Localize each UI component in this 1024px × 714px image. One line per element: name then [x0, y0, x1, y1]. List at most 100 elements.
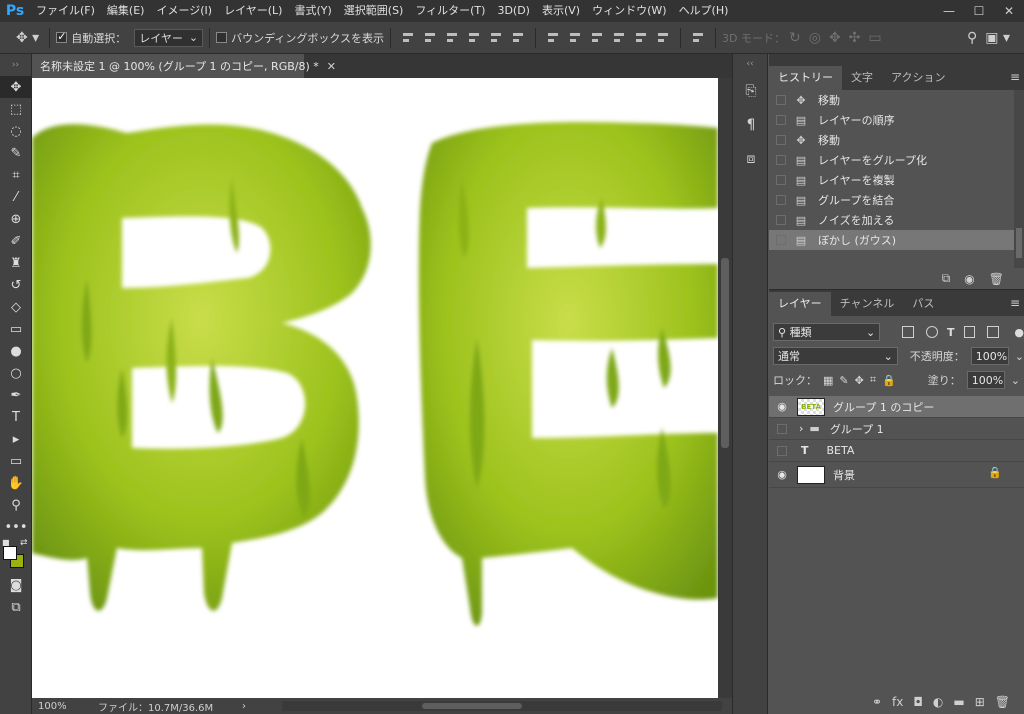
- menu-item[interactable]: ファイル(F): [30, 0, 101, 22]
- lock-all-icon[interactable]: 🔒: [882, 374, 896, 387]
- tab-layers-2[interactable]: パス: [903, 292, 943, 316]
- healing-tool-icon[interactable]: ⊕: [0, 208, 32, 230]
- visibility-box[interactable]: [777, 445, 787, 456]
- history-brush-source-checkbox[interactable]: [776, 155, 786, 165]
- menu-item[interactable]: 編集(E): [101, 0, 151, 22]
- menu-item[interactable]: 選択範囲(S): [338, 0, 410, 22]
- menu-item[interactable]: 書式(Y): [288, 0, 337, 22]
- history-brush-source-checkbox[interactable]: [776, 195, 786, 205]
- history-item[interactable]: ▤ ぼかし (ガウス): [769, 230, 1024, 250]
- layer-row[interactable]: › ▬ グループ 1: [769, 418, 1024, 440]
- scroll-thumb[interactable]: [721, 258, 729, 448]
- distribute-hcenter-icon[interactable]: [634, 31, 648, 45]
- history-brush-source-checkbox[interactable]: [776, 235, 786, 245]
- snapshot-icon[interactable]: ◉: [964, 272, 974, 286]
- tab-layers-1[interactable]: チャンネル: [831, 292, 904, 316]
- layer-filter-dropdown[interactable]: ⚲ 種類 ⌄: [773, 323, 881, 341]
- opacity-input[interactable]: 100%: [970, 347, 1009, 365]
- collapse-arrows-icon[interactable]: ‹‹: [733, 54, 767, 74]
- type-filter-icon[interactable]: T: [947, 326, 955, 339]
- expand-arrow-icon[interactable]: ›: [799, 422, 803, 435]
- eraser-tool-icon[interactable]: ◇: [0, 296, 32, 318]
- visibility-toggle[interactable]: [769, 423, 795, 434]
- move-tool-icon[interactable]: ✥: [0, 76, 32, 98]
- history-item[interactable]: ✥ 移動: [769, 90, 1024, 110]
- tab-history-2[interactable]: アクション: [882, 66, 954, 90]
- align-hcenter-icon[interactable]: [489, 31, 503, 45]
- eye-icon[interactable]: ◉: [769, 400, 795, 413]
- stamp-tool-icon[interactable]: ♜: [0, 252, 32, 274]
- distribute-bottom-icon[interactable]: [590, 31, 604, 45]
- swap-colors-icon[interactable]: ⇄: [20, 538, 28, 548]
- lasso-tool-icon[interactable]: ◌: [0, 120, 32, 142]
- quick-mask-icon[interactable]: ◙: [0, 574, 32, 596]
- trash-icon[interactable]: 🗑: [989, 272, 1004, 286]
- layer-row[interactable]: ◉ BETA グループ 1 のコピー: [769, 396, 1024, 418]
- vertical-scrollbar[interactable]: [718, 78, 732, 698]
- panel-menu-icon[interactable]: ≡: [1010, 70, 1020, 84]
- marquee-tool-icon[interactable]: ⬚: [0, 98, 32, 120]
- paragraph-panel-icon[interactable]: ¶: [733, 108, 769, 142]
- pixel-filter-icon[interactable]: [902, 326, 915, 338]
- tab-layers-0[interactable]: レイヤー: [769, 292, 831, 316]
- history-item[interactable]: ▤ レイヤーを複製: [769, 170, 1024, 190]
- distribute-right-icon[interactable]: [656, 31, 670, 45]
- document-canvas[interactable]: [32, 78, 718, 698]
- link-layers-icon[interactable]: ⚭: [872, 695, 882, 709]
- hand-tool-icon[interactable]: ✋: [0, 472, 32, 494]
- type-tool-icon[interactable]: T: [0, 406, 32, 428]
- screen-mode-icon[interactable]: ⧉: [0, 596, 32, 618]
- minimize-button[interactable]: —: [934, 0, 964, 22]
- menu-item[interactable]: ウィンドウ(W): [586, 0, 672, 22]
- align-right-icon[interactable]: [511, 31, 525, 45]
- distribute-left-icon[interactable]: [612, 31, 626, 45]
- new-group-icon[interactable]: ▬: [953, 695, 964, 709]
- history-brush-source-checkbox[interactable]: [776, 95, 786, 105]
- menu-item[interactable]: イメージ(I): [150, 0, 218, 22]
- bounding-box-checkbox[interactable]: [216, 32, 228, 43]
- history-item[interactable]: ▤ ノイズを加える: [769, 210, 1024, 230]
- lock-pixels-icon[interactable]: ✎: [839, 374, 848, 387]
- crop-tool-icon[interactable]: ⌗: [0, 164, 32, 186]
- history-item[interactable]: ▤ レイヤーをグループ化: [769, 150, 1024, 170]
- pen-tool-icon[interactable]: ✒: [0, 384, 32, 406]
- foreground-color-swatch[interactable]: [3, 546, 17, 560]
- scroll-thumb[interactable]: [422, 703, 522, 709]
- more-tools-icon[interactable]: •••: [0, 516, 32, 538]
- eye-icon[interactable]: ◉: [769, 468, 795, 481]
- smart-object-filter-icon[interactable]: [987, 326, 1000, 338]
- history-item[interactable]: ▤ グループを結合: [769, 190, 1024, 210]
- lock-icon[interactable]: 🔒: [988, 466, 1002, 479]
- close-icon[interactable]: ✕: [327, 60, 336, 73]
- history-brush-source-checkbox[interactable]: [776, 215, 786, 225]
- path-select-tool-icon[interactable]: ▸: [0, 428, 32, 450]
- distribute-vcenter-icon[interactable]: [568, 31, 582, 45]
- move-tool-preset-icon[interactable]: ✥ ▾: [12, 30, 43, 46]
- dodge-tool-icon[interactable]: ○: [0, 362, 32, 384]
- workspace-icon[interactable]: ▣ ▾: [981, 30, 1014, 46]
- status-arrow-icon[interactable]: ›: [242, 701, 246, 712]
- history-brush-source-checkbox[interactable]: [776, 175, 786, 185]
- history-brush-tool-icon[interactable]: ↺: [0, 274, 32, 296]
- glyphs-panel-icon[interactable]: ⧈: [733, 142, 769, 176]
- align-left-icon[interactable]: [467, 31, 481, 45]
- collapse-arrows-icon[interactable]: ››: [0, 54, 31, 76]
- zoom-tool-icon[interactable]: ⚲: [0, 494, 32, 516]
- menu-item[interactable]: 3D(D): [491, 0, 536, 22]
- horizontal-scrollbar[interactable]: [282, 701, 722, 711]
- history-brush-source-checkbox[interactable]: [776, 115, 786, 125]
- lock-artboard-icon[interactable]: ⌗: [870, 373, 876, 387]
- blend-mode-dropdown[interactable]: 通常 ⌄: [773, 347, 898, 365]
- visibility-box[interactable]: [777, 423, 787, 434]
- gradient-tool-icon[interactable]: ▭: [0, 318, 32, 340]
- history-scrollbar[interactable]: [1014, 90, 1024, 268]
- align-bottom-icon[interactable]: [445, 31, 459, 45]
- layer-row[interactable]: T BETA: [769, 440, 1024, 462]
- default-colors-icon[interactable]: ■: [2, 538, 10, 547]
- shape-tool-icon[interactable]: ▭: [0, 450, 32, 472]
- adjustment-filter-icon[interactable]: [926, 326, 939, 338]
- document-tab[interactable]: 名称未設定 1 @ 100% (グループ 1 のコピー, RGB/8) * ✕: [32, 54, 336, 78]
- shape-filter-icon[interactable]: [963, 326, 976, 338]
- align-vcenter-icon[interactable]: [423, 31, 437, 45]
- chevron-down-icon[interactable]: ⌄: [1011, 374, 1020, 387]
